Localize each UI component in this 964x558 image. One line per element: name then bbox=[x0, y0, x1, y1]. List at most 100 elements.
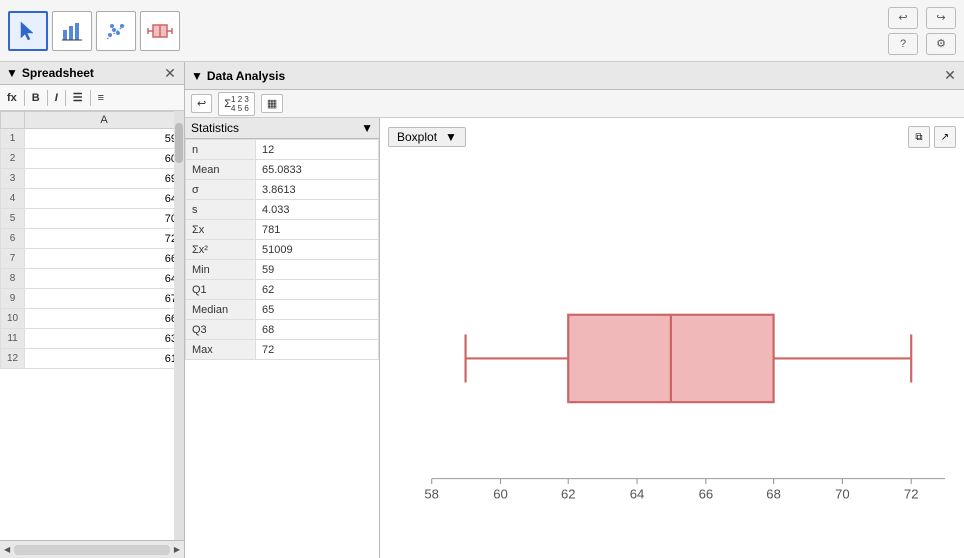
svg-text:70: 70 bbox=[835, 486, 850, 501]
stat-label: Mean bbox=[186, 160, 256, 180]
stat-value: 51009 bbox=[256, 240, 379, 260]
cell-value[interactable]: 61 bbox=[25, 349, 184, 369]
cell-value[interactable]: 66 bbox=[25, 249, 184, 269]
stat-value: 12 bbox=[256, 140, 379, 160]
cell-value[interactable]: 72 bbox=[25, 229, 184, 249]
da-toolbar: ↩ Σ 1 2 34 5 6 ▦ bbox=[185, 90, 964, 118]
row-number: 3 bbox=[1, 169, 25, 189]
undo-button[interactable]: ↩ bbox=[888, 7, 918, 29]
stats-row: s4.033 bbox=[186, 200, 379, 220]
stats-row: Median65 bbox=[186, 300, 379, 320]
table-row: 1163 bbox=[1, 329, 184, 349]
stat-value: 59 bbox=[256, 260, 379, 280]
cell-value[interactable]: 63 bbox=[25, 329, 184, 349]
help-button[interactable]: ? bbox=[888, 33, 918, 55]
table-row: 967 bbox=[1, 289, 184, 309]
scroll-thumb[interactable] bbox=[175, 123, 183, 163]
settings-button[interactable]: ⚙ bbox=[926, 33, 956, 55]
formula-align-right-button[interactable]: ≡ bbox=[95, 91, 107, 105]
vertical-scrollbar[interactable] bbox=[174, 111, 184, 540]
cell-value[interactable]: 59 bbox=[25, 129, 184, 149]
chart-header: Boxplot ▼ ⧉ ↗ bbox=[388, 126, 956, 148]
chart-type-label: Boxplot bbox=[397, 130, 437, 144]
data-analysis-panel: ▼ Data Analysis ✕ ↩ Σ 1 2 34 5 6 ▦ Stati… bbox=[185, 62, 964, 558]
scroll-right-button[interactable]: ▶ bbox=[174, 545, 180, 554]
table-row: 672 bbox=[1, 229, 184, 249]
table-row: 1066 bbox=[1, 309, 184, 329]
select-tool-button[interactable] bbox=[8, 11, 48, 51]
cell-value[interactable]: 69 bbox=[25, 169, 184, 189]
stats-row: Max72 bbox=[186, 340, 379, 360]
stats-row: Mean65.0833 bbox=[186, 160, 379, 180]
chart-area: Boxplot ▼ ⧉ ↗ bbox=[380, 118, 964, 558]
chart-type-selector[interactable]: Boxplot ▼ bbox=[388, 127, 466, 147]
stats-row: σ3.8613 bbox=[186, 180, 379, 200]
cell-value[interactable]: 60 bbox=[25, 149, 184, 169]
table-row: 464 bbox=[1, 189, 184, 209]
bar-chart-tool-button[interactable] bbox=[52, 11, 92, 51]
table-row: 260 bbox=[1, 149, 184, 169]
cell-value[interactable]: 67 bbox=[25, 289, 184, 309]
statistics-table: n12Mean65.0833σ3.8613s4.033Σx781Σx²51009… bbox=[185, 139, 379, 360]
toolbar-right-actions: ↩ ↪ ? ⚙ bbox=[888, 7, 956, 55]
cell-value[interactable]: 64 bbox=[25, 269, 184, 289]
da-table-button[interactable]: ▦ bbox=[261, 94, 283, 113]
table-row: 1261 bbox=[1, 349, 184, 369]
spreadsheet-scroll-area[interactable]: A 15926036946457067276686496710661163126… bbox=[0, 111, 184, 540]
spreadsheet-bottom-bar: ◀ ▶ bbox=[0, 540, 184, 558]
chart-export-button[interactable]: ↗ bbox=[934, 126, 956, 148]
stat-value: 65.0833 bbox=[256, 160, 379, 180]
row-number: 6 bbox=[1, 229, 25, 249]
statistics-label: Statistics bbox=[191, 121, 239, 135]
formula-fx-button[interactable]: fx bbox=[4, 91, 20, 105]
spreadsheet-close-button[interactable]: ✕ bbox=[162, 65, 178, 81]
scroll-left-button[interactable]: ◀ bbox=[4, 545, 10, 554]
da-close-button[interactable]: ✕ bbox=[942, 68, 958, 84]
row-number: 5 bbox=[1, 209, 25, 229]
svg-text:62: 62 bbox=[561, 486, 576, 501]
chart-copy-button[interactable]: ⧉ bbox=[908, 126, 930, 148]
stat-value: 4.033 bbox=[256, 200, 379, 220]
cell-value[interactable]: 66 bbox=[25, 309, 184, 329]
stat-label: Min bbox=[186, 260, 256, 280]
row-number: 8 bbox=[1, 269, 25, 289]
formula-align-left-button[interactable]: ☰ bbox=[70, 90, 86, 105]
stats-row: Min59 bbox=[186, 260, 379, 280]
formula-italic-button[interactable]: I bbox=[52, 91, 61, 105]
formula-bold-button[interactable]: B bbox=[29, 91, 43, 105]
table-row: 159 bbox=[1, 129, 184, 149]
boxplot-tool-button[interactable] bbox=[140, 11, 180, 51]
stat-label: n bbox=[186, 140, 256, 160]
col-a-header: A bbox=[25, 112, 184, 129]
main-toolbar: ↩ ↪ ? ⚙ bbox=[0, 0, 964, 62]
stat-value: 781 bbox=[256, 220, 379, 240]
da-undo-button[interactable]: ↩ bbox=[191, 94, 212, 113]
cell-value[interactable]: 70 bbox=[25, 209, 184, 229]
spreadsheet-table: A 15926036946457067276686496710661163126… bbox=[0, 111, 184, 369]
table-row: 570 bbox=[1, 209, 184, 229]
stat-label: s bbox=[186, 200, 256, 220]
row-number: 2 bbox=[1, 149, 25, 169]
svg-text:68: 68 bbox=[766, 486, 781, 501]
scatter-tool-button[interactable] bbox=[96, 11, 136, 51]
statistics-dropdown-arrow: ▼ bbox=[361, 121, 373, 135]
da-sigma-button[interactable]: Σ 1 2 34 5 6 bbox=[218, 92, 255, 116]
da-collapse-arrow[interactable]: ▼ bbox=[191, 69, 203, 83]
stat-label: Q3 bbox=[186, 320, 256, 340]
da-content: Statistics ▼ n12Mean65.0833σ3.8613s4.033… bbox=[185, 118, 964, 558]
table-row: 766 bbox=[1, 249, 184, 269]
svg-text:58: 58 bbox=[424, 486, 439, 501]
row-number: 9 bbox=[1, 289, 25, 309]
cell-value[interactable]: 64 bbox=[25, 189, 184, 209]
chart-type-dropdown-arrow: ▼ bbox=[445, 130, 457, 144]
spreadsheet-collapse-arrow[interactable]: ▼ bbox=[6, 66, 18, 80]
stats-row: Σx781 bbox=[186, 220, 379, 240]
redo-button[interactable]: ↪ bbox=[926, 7, 956, 29]
stat-label: Σx bbox=[186, 220, 256, 240]
horizontal-scrollbar[interactable] bbox=[14, 545, 170, 555]
chart-svg-container: 58 60 62 64 66 68 70 bbox=[388, 156, 956, 550]
row-number: 12 bbox=[1, 349, 25, 369]
statistics-dropdown[interactable]: Statistics ▼ bbox=[185, 118, 379, 139]
stat-value: 65 bbox=[256, 300, 379, 320]
spreadsheet-title: Spreadsheet bbox=[22, 66, 94, 80]
